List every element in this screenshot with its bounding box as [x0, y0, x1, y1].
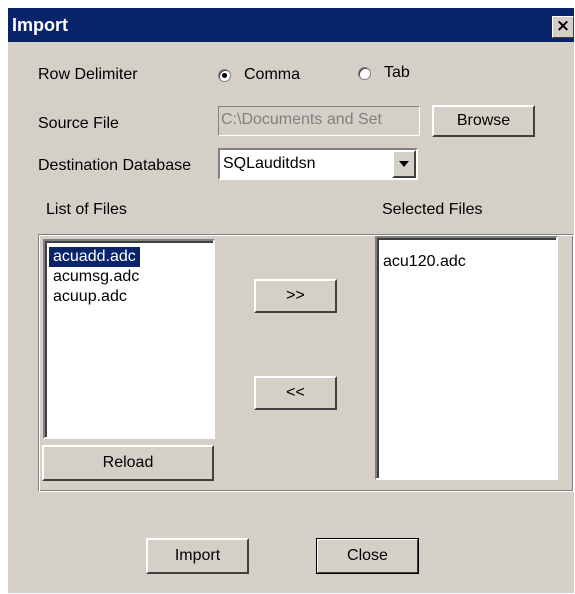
source-file-label: Source File [38, 115, 119, 132]
close-icon: × [555, 16, 571, 36]
list-item[interactable]: acumsg.adc [49, 267, 143, 287]
tab-radio-label[interactable]: Tab [384, 64, 410, 82]
selected-files-label: Selected Files [382, 201, 483, 218]
source-file-field[interactable]: C:\Documents and Set [218, 106, 420, 136]
radio-selected-dot [222, 73, 227, 78]
destination-database-value: SQLauditdsn [223, 155, 316, 172]
title-bar[interactable]: Import × [8, 8, 574, 42]
tab-radio[interactable] [358, 67, 371, 80]
chevron-down-icon [399, 161, 409, 167]
dropdown-arrow-button[interactable] [392, 150, 416, 178]
destination-database-select[interactable]: SQLauditdsn [218, 148, 418, 180]
remove-files-button[interactable]: << [254, 376, 337, 410]
browse-button[interactable]: Browse [432, 105, 535, 137]
close-button[interactable]: Close [316, 538, 419, 574]
window-title: Import [12, 15, 68, 35]
comma-radio[interactable] [218, 69, 231, 82]
list-item[interactable]: acu120.adc [379, 252, 470, 272]
list-of-files-label: List of Files [46, 201, 127, 218]
comma-radio-label[interactable]: Comma [244, 66, 300, 84]
list-of-files-listbox[interactable]: acuadd.adc acumsg.adc acuup.adc [43, 239, 215, 439]
destination-database-label: Destination Database [38, 157, 191, 174]
close-window-button[interactable]: × [552, 16, 574, 38]
import-button[interactable]: Import [146, 538, 249, 574]
row-delimiter-label: Row Delimiter [38, 66, 138, 83]
import-dialog: Import × Row Delimiter Comma Tab Source … [8, 8, 574, 593]
list-item[interactable]: acuadd.adc [49, 247, 140, 267]
add-files-button[interactable]: >> [254, 279, 337, 313]
selected-files-listbox[interactable]: acu120.adc [375, 236, 558, 480]
reload-button[interactable]: Reload [42, 445, 214, 481]
list-item[interactable]: acuup.adc [49, 287, 131, 307]
